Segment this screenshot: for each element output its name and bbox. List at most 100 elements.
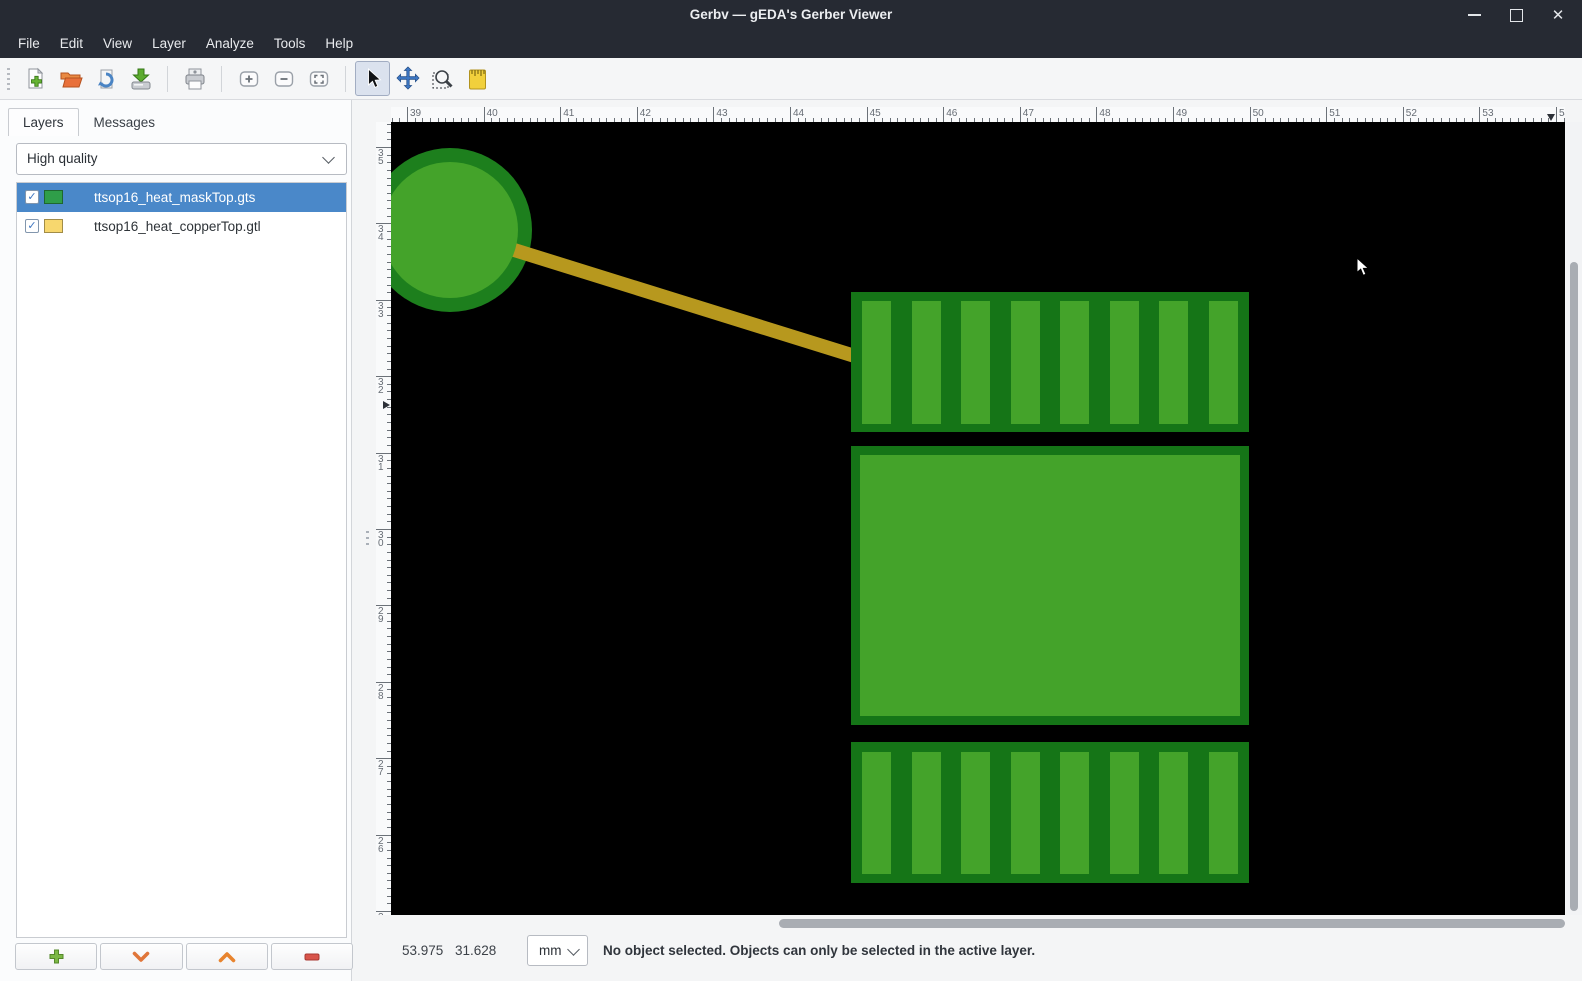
units-select[interactable]: mm xyxy=(527,935,588,966)
add-layer-button[interactable] xyxy=(15,943,97,970)
vertical-scrollbar[interactable] xyxy=(1566,122,1582,915)
layer-buttons xyxy=(15,943,353,970)
move-layer-down-button[interactable] xyxy=(100,943,182,970)
ruler-tick-label: 31 xyxy=(378,456,384,472)
ruler-position-marker xyxy=(1547,114,1555,121)
toolbar-drag-handle[interactable] xyxy=(7,68,10,90)
pad-row-bottom xyxy=(851,742,1249,883)
pan-tool-button[interactable] xyxy=(390,61,425,96)
close-button[interactable]: ✕ xyxy=(1550,7,1566,23)
menu-item-analyze[interactable]: Analyze xyxy=(196,30,264,58)
ruler-tick xyxy=(1479,107,1480,122)
measure-tool-button[interactable] xyxy=(460,61,495,96)
ruler-tick-label: 26 xyxy=(378,838,384,854)
pad xyxy=(1060,752,1089,874)
render-quality-select[interactable]: High quality xyxy=(16,143,347,175)
layer-row-masktop[interactable]: ✓ ttsop16_heat_maskTop.gts xyxy=(17,183,346,212)
menu-item-tools[interactable]: Tools xyxy=(264,30,316,58)
tab-messages[interactable]: Messages xyxy=(79,108,171,136)
minimize-button[interactable] xyxy=(1466,7,1482,23)
minimize-icon xyxy=(1468,14,1481,16)
render-quality-value: High quality xyxy=(27,144,98,174)
cursor-y-coordinate: 31.628 xyxy=(455,935,496,966)
layers-panel: Layers Messages High quality ✓ ttsop16_h… xyxy=(0,100,352,981)
toolbar-separator xyxy=(167,66,168,92)
layer-name: ttsop16_heat_copperTop.gtl xyxy=(94,212,261,241)
pad xyxy=(1110,752,1139,874)
ruler-top: 39404142434445464748495051525354 xyxy=(391,107,1565,122)
layer-visibility-checkbox[interactable]: ✓ xyxy=(25,190,39,204)
pane-splitter-handle[interactable] xyxy=(366,531,369,549)
zoom-fit-button[interactable] xyxy=(301,61,336,96)
zoom-in-button[interactable] xyxy=(231,61,266,96)
open-button[interactable] xyxy=(53,61,88,96)
ruler-tick-label: 30 xyxy=(378,532,384,548)
menu-item-edit[interactable]: Edit xyxy=(50,30,93,58)
print-button[interactable] xyxy=(177,61,212,96)
ruler-position-marker xyxy=(383,401,390,409)
menu-item-help[interactable]: Help xyxy=(315,30,363,58)
pad xyxy=(1159,301,1188,424)
vertical-scrollbar-thumb[interactable] xyxy=(1570,262,1578,911)
ruler-tick-label: 28 xyxy=(378,685,384,701)
save-button[interactable] xyxy=(123,61,158,96)
maximize-button[interactable] xyxy=(1508,7,1524,23)
ruler-tick xyxy=(867,107,868,122)
zoom-out-icon xyxy=(272,67,296,91)
zoom-out-button[interactable] xyxy=(266,61,301,96)
window-title: Gerbv — gEDA's Gerber Viewer xyxy=(0,0,1582,30)
pointer-tool-button[interactable] xyxy=(355,61,390,96)
zoom-region-icon xyxy=(431,67,455,91)
zoom-in-icon xyxy=(237,67,261,91)
ruler-tick xyxy=(1556,107,1557,122)
horizontal-scrollbar-thumb[interactable] xyxy=(779,919,1565,928)
ruler-tick-label: 32 xyxy=(378,379,384,395)
pan-icon xyxy=(395,66,421,92)
layer-color-swatch[interactable] xyxy=(44,219,63,233)
menu-item-file[interactable]: File xyxy=(8,30,50,58)
heat-pad-mask-opening xyxy=(860,455,1240,716)
menubar: FileEditViewLayerAnalyzeToolsHelp xyxy=(0,30,1582,58)
new-file-button[interactable] xyxy=(18,61,53,96)
menu-item-view[interactable]: View xyxy=(93,30,142,58)
ruler-tick xyxy=(713,107,714,122)
revert-button[interactable] xyxy=(88,61,123,96)
layer-visibility-checkbox[interactable]: ✓ xyxy=(25,219,39,233)
ruler-tick-label: 25 xyxy=(378,914,384,915)
ruler-tick xyxy=(790,107,791,122)
menu-item-layer[interactable]: Layer xyxy=(142,30,196,58)
horizontal-scrollbar[interactable] xyxy=(391,916,1582,932)
pad xyxy=(862,752,891,874)
pad xyxy=(1060,301,1089,424)
pad xyxy=(1159,752,1188,874)
pad xyxy=(1209,752,1238,874)
maximize-icon xyxy=(1510,9,1523,22)
ruler-tick-label: 29 xyxy=(378,608,384,624)
pad xyxy=(1011,301,1040,424)
pad xyxy=(961,752,990,874)
ruler-tick xyxy=(1326,107,1327,122)
chevron-down-icon xyxy=(567,943,580,956)
layer-row-coppertop[interactable]: ✓ ttsop16_heat_copperTop.gtl xyxy=(17,212,346,241)
gerber-canvas[interactable] xyxy=(391,122,1565,915)
ruler-tick xyxy=(1096,107,1097,122)
plus-icon xyxy=(49,949,64,964)
toolbar xyxy=(0,58,1582,100)
units-value: mm xyxy=(539,936,562,965)
cursor-x-coordinate: 53.975 xyxy=(402,935,443,966)
ruler-tick xyxy=(1020,107,1021,122)
pad xyxy=(862,301,891,424)
remove-layer-button[interactable] xyxy=(271,943,353,970)
zoom-region-tool-button[interactable] xyxy=(425,61,460,96)
layer-color-swatch[interactable] xyxy=(44,190,63,204)
move-layer-up-button[interactable] xyxy=(186,943,268,970)
tab-layers[interactable]: Layers xyxy=(8,108,79,136)
pad xyxy=(912,752,941,874)
panel-tabs: Layers Messages xyxy=(8,108,170,136)
toolbar-separator xyxy=(221,66,222,92)
pad xyxy=(961,301,990,424)
ruler-tick xyxy=(637,107,638,122)
ruler-tick-label: 35 xyxy=(378,150,384,166)
heat-pad-block xyxy=(851,446,1249,725)
toolbar-separator xyxy=(345,66,346,92)
